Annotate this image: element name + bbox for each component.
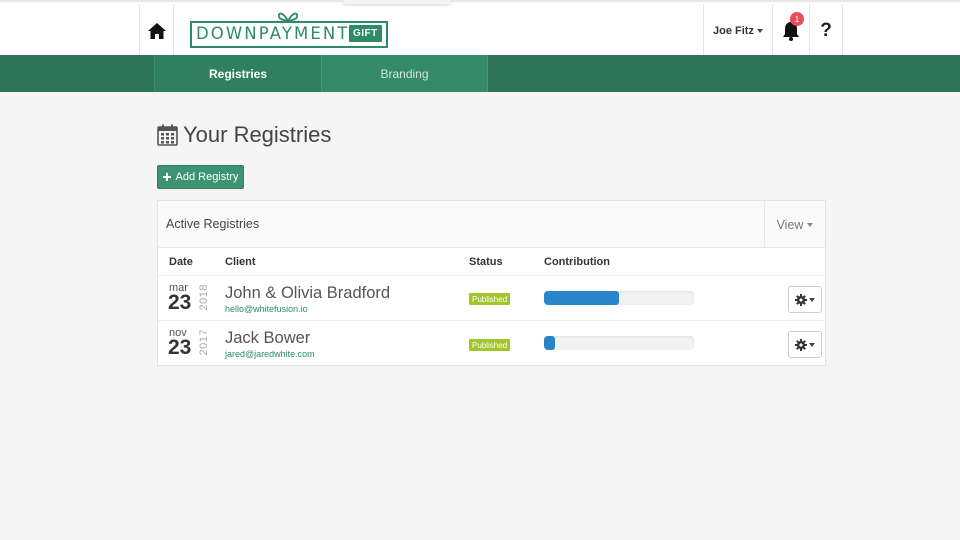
table-row: mar 23 2018 John & Olivia Bradford hello… (158, 275, 825, 320)
table-row: nov 23 2017 Jack Bower jared@jaredwhite.… (158, 320, 825, 365)
home-icon (147, 22, 166, 39)
help-icon: ? (820, 19, 832, 41)
caret-down-icon (756, 28, 763, 33)
client-name[interactable]: Jack Bower (225, 329, 310, 348)
user-menu-dropdown[interactable]: Joe Fitz (703, 4, 773, 57)
page-title: Your Registries (157, 122, 331, 148)
top-navbar: DOWNPAYMENT. GIFT Joe Fitz 1 ? (0, 0, 960, 57)
row-actions-button[interactable] (788, 331, 822, 358)
caret-down-icon (809, 297, 815, 302)
active-registries-panel: Active Registries View Date Client Statu… (157, 200, 826, 366)
client-email[interactable]: hello@whitefusion.io (225, 304, 308, 314)
brand-logo[interactable]: DOWNPAYMENT. GIFT (190, 11, 388, 48)
add-registry-label: Add Registry (175, 171, 239, 183)
add-registry-button[interactable]: Add Registry (157, 165, 244, 189)
status-badge: Published (469, 339, 511, 351)
tab-label: Branding (380, 66, 429, 81)
view-label: View (776, 217, 804, 232)
panel-header: Active Registries View (158, 201, 825, 248)
logo-gift-tag: GIFT (349, 25, 382, 42)
date-year: 2018 (198, 284, 210, 311)
tab-label: Registries (208, 66, 268, 81)
home-button[interactable] (139, 4, 174, 57)
gear-icon (795, 293, 807, 306)
section-nav: Registries Branding (0, 55, 960, 92)
column-header-date: Date (169, 256, 193, 268)
gear-icon (795, 338, 807, 351)
status-badge: Published (469, 293, 511, 305)
panel-title: Active Registries (166, 217, 260, 231)
caret-down-icon (809, 342, 815, 347)
contribution-progress (544, 291, 694, 305)
date-year: 2017 (198, 329, 210, 356)
progress-fill (544, 336, 555, 350)
column-header-client: Client (225, 256, 256, 268)
client-email[interactable]: jared@jaredwhite.com (225, 349, 315, 359)
tab-branding[interactable]: Branding (321, 55, 488, 92)
dropdown-ghost (343, 0, 451, 4)
caret-down-icon (807, 222, 814, 227)
logo-text: DOWNPAYMENT. (196, 24, 355, 43)
user-name: Joe Fitz (713, 24, 754, 37)
notification-badge: 1 (790, 12, 804, 26)
page-title-text: Your Registries (183, 122, 332, 147)
date-day: 23 (168, 336, 192, 359)
calendar-icon (157, 124, 178, 146)
tab-registries[interactable]: Registries (154, 55, 321, 92)
contribution-progress (544, 336, 694, 350)
row-actions-button[interactable] (788, 286, 822, 313)
date-day: 23 (168, 291, 192, 314)
column-header-status: Status (469, 256, 503, 268)
plus-icon (162, 173, 171, 181)
column-header-contribution: Contribution (544, 256, 610, 268)
progress-fill (544, 291, 619, 305)
view-dropdown[interactable]: View (764, 201, 825, 248)
help-button[interactable]: ? (809, 4, 843, 57)
client-name[interactable]: John & Olivia Bradford (225, 284, 390, 303)
notifications-button[interactable]: 1 (773, 4, 809, 57)
